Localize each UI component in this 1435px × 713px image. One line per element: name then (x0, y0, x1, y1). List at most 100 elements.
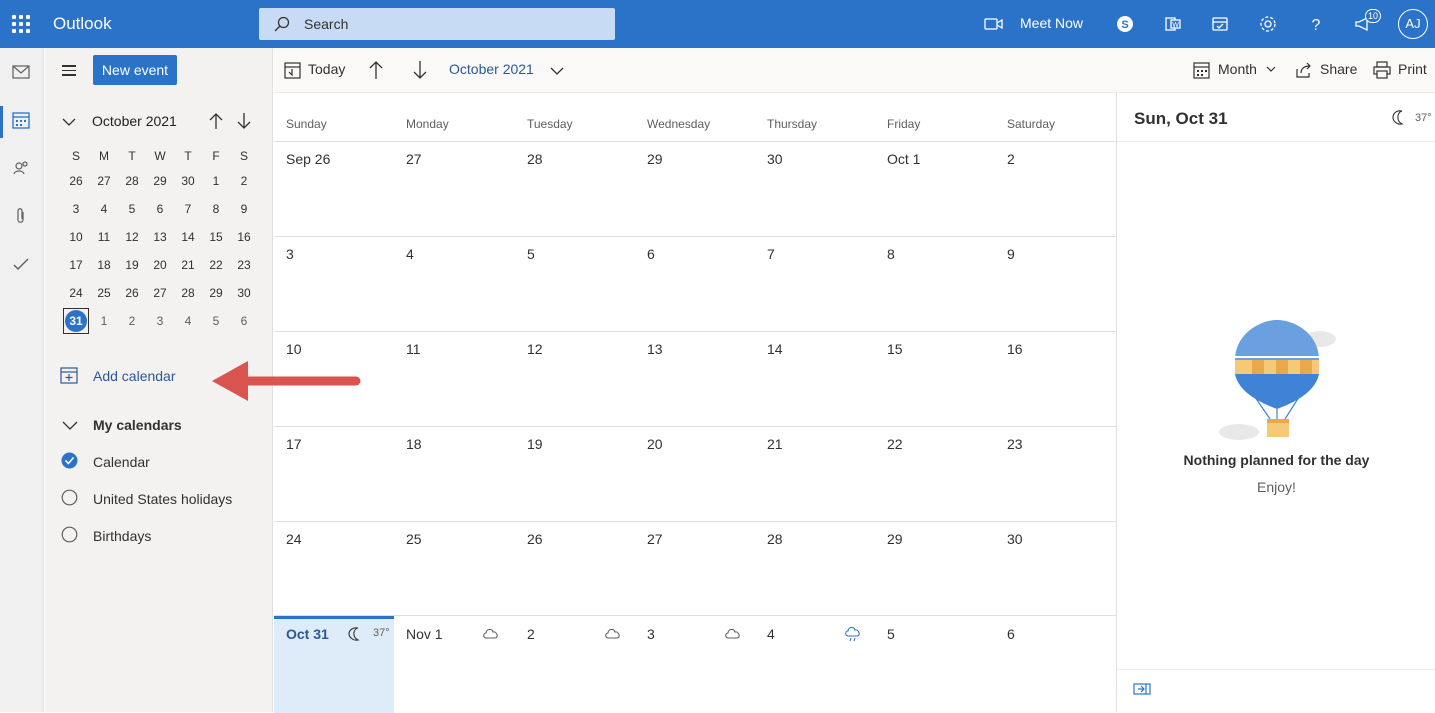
mini-month-day[interactable]: 7 (174, 195, 202, 223)
calendar-item-us-holidays[interactable]: United States holidays (61, 489, 232, 509)
today-day-cell[interactable]: Oct 31 (286, 626, 329, 642)
print-button[interactable]: Print (1398, 61, 1427, 77)
day-cell[interactable]: 2 (1007, 151, 1015, 167)
mini-month-day[interactable]: 29 (146, 167, 174, 195)
share-button[interactable]: Share (1320, 61, 1357, 77)
day-cell[interactable]: 28 (527, 151, 543, 167)
day-cell[interactable]: 5 (527, 246, 535, 262)
mini-month-day[interactable]: 20 (146, 251, 174, 279)
day-cell[interactable]: 21 (767, 436, 783, 452)
day-cell[interactable]: 19 (527, 436, 543, 452)
mini-month-day[interactable]: 29 (202, 279, 230, 307)
day-cell[interactable]: 17 (286, 436, 302, 452)
mini-month-day[interactable]: 2 (118, 307, 146, 335)
day-cell[interactable]: 30 (767, 151, 783, 167)
skype-icon[interactable]: S (1113, 12, 1137, 36)
next-arrow-icon[interactable] (412, 60, 428, 80)
day-cell[interactable]: Nov 1 (406, 626, 443, 642)
mini-month-day[interactable]: 1 (202, 167, 230, 195)
chevron-down-icon[interactable] (62, 117, 76, 127)
mini-month-day[interactable]: 27 (90, 167, 118, 195)
day-cell[interactable]: 10 (286, 341, 302, 357)
hamburger-menu-icon[interactable] (62, 65, 76, 79)
office-icon[interactable]: W (1161, 12, 1185, 36)
day-cell[interactable]: 30 (1007, 531, 1023, 547)
previous-month-arrow-icon[interactable] (208, 112, 224, 130)
collapse-pane-icon[interactable] (1133, 683, 1151, 695)
mini-month-day[interactable]: 27 (146, 279, 174, 307)
mini-month-day[interactable]: 4 (90, 195, 118, 223)
day-cell[interactable]: 16 (1007, 341, 1023, 357)
day-cell[interactable]: 14 (767, 341, 783, 357)
video-camera-icon[interactable] (982, 12, 1006, 36)
mini-month-day[interactable]: 11 (90, 223, 118, 251)
help-icon[interactable]: ? (1304, 12, 1328, 36)
day-cell[interactable]: 3 (286, 246, 294, 262)
mini-month-day[interactable]: 5 (118, 195, 146, 223)
day-cell[interactable]: 23 (1007, 436, 1023, 452)
month-year-picker[interactable]: October 2021 (449, 61, 534, 77)
mini-month-day[interactable]: 1 (90, 307, 118, 335)
day-cell[interactable]: 20 (647, 436, 663, 452)
mini-month-day[interactable]: 25 (90, 279, 118, 307)
day-cell[interactable]: 5 (887, 626, 895, 642)
mini-month-day[interactable]: 2 (230, 167, 258, 195)
day-cell[interactable]: 28 (767, 531, 783, 547)
day-cell[interactable]: 11 (406, 341, 421, 357)
day-cell[interactable]: 8 (887, 246, 895, 262)
day-cell[interactable]: 22 (887, 436, 903, 452)
people-icon[interactable] (10, 157, 32, 179)
day-cell[interactable]: 29 (647, 151, 663, 167)
new-event-button[interactable]: New event (93, 55, 177, 85)
mini-month-day[interactable]: 13 (146, 223, 174, 251)
mini-month-day[interactable]: 30 (174, 167, 202, 195)
chevron-down-icon[interactable] (1266, 66, 1276, 73)
next-month-arrow-icon[interactable] (236, 112, 252, 130)
mini-month-day[interactable]: 22 (202, 251, 230, 279)
mini-month-day[interactable]: 3 (62, 195, 90, 223)
mini-month-day[interactable]: 5 (202, 307, 230, 335)
todo-check-icon[interactable] (10, 253, 32, 275)
mini-month-day[interactable]: 23 (230, 251, 258, 279)
mini-month-day[interactable]: 14 (174, 223, 202, 251)
mini-month-day[interactable]: 30 (230, 279, 258, 307)
day-cell[interactable]: 27 (647, 531, 663, 547)
todo-icon[interactable] (1208, 12, 1232, 36)
day-cell[interactable]: 12 (527, 341, 543, 357)
day-cell[interactable]: 13 (647, 341, 663, 357)
mini-month-day[interactable]: 19 (118, 251, 146, 279)
mini-month-day[interactable]: 3 (146, 307, 174, 335)
mini-month-day-selected[interactable]: 31 (62, 307, 90, 335)
mini-month-day[interactable]: 10 (62, 223, 90, 251)
day-cell[interactable]: 27 (406, 151, 422, 167)
day-cell[interactable]: 4 (406, 246, 414, 262)
mini-month-day[interactable]: 12 (118, 223, 146, 251)
mini-month-day[interactable]: 16 (230, 223, 258, 251)
unchecked-circle-icon[interactable] (61, 526, 78, 543)
mail-icon[interactable] (10, 61, 32, 83)
mini-month-day[interactable]: 15 (202, 223, 230, 251)
mini-month-day[interactable]: 26 (62, 167, 90, 195)
mini-month-day[interactable]: 18 (90, 251, 118, 279)
previous-arrow-icon[interactable] (368, 60, 384, 80)
settings-gear-icon[interactable] (1256, 12, 1280, 36)
meet-now-button[interactable]: Meet Now (1020, 15, 1083, 31)
day-cell[interactable]: 9 (1007, 246, 1015, 262)
day-cell[interactable]: 4 (767, 626, 775, 642)
checked-circle-icon[interactable] (61, 452, 78, 469)
mini-month-day[interactable]: 9 (230, 195, 258, 223)
app-launcher-icon[interactable] (12, 15, 30, 33)
calendar-item-calendar[interactable]: Calendar (61, 452, 150, 472)
day-cell[interactable]: 2 (527, 626, 535, 642)
mini-month-day[interactable]: 6 (230, 307, 258, 335)
day-cell[interactable]: 3 (647, 626, 655, 642)
search-box[interactable]: Search (259, 8, 615, 40)
day-cell[interactable]: Sep 26 (286, 151, 330, 167)
day-cell[interactable]: 7 (767, 246, 775, 262)
day-cell[interactable]: 6 (1007, 626, 1015, 642)
today-button[interactable]: Today (308, 61, 345, 77)
mini-month-day[interactable]: 17 (62, 251, 90, 279)
mini-month-day[interactable]: 24 (62, 279, 90, 307)
avatar[interactable]: AJ (1398, 9, 1428, 39)
mini-month-day[interactable]: 4 (174, 307, 202, 335)
